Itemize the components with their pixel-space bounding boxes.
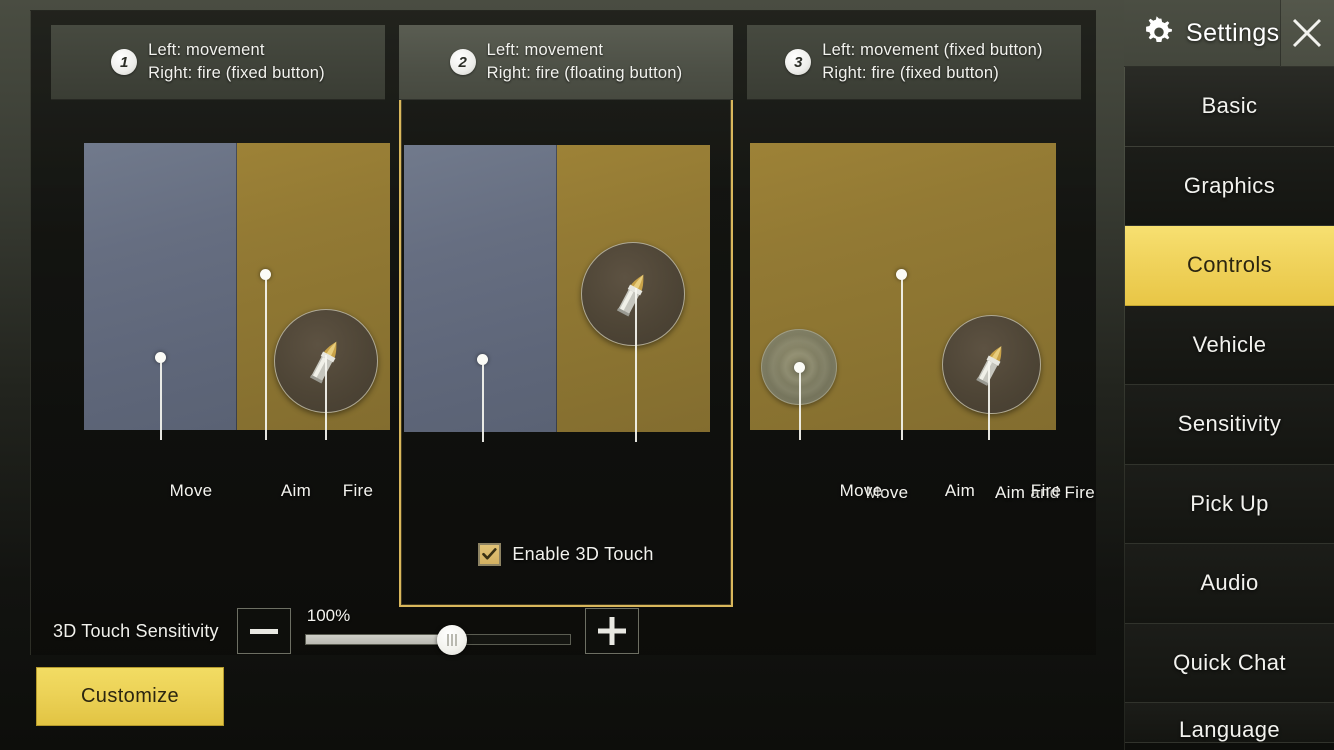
card-3-badge: 3 [785,49,812,75]
card-3-line1: Left: movement (fixed button) [822,40,1043,59]
card-1-header: 1 Left: movement Right: fire (fixed butt… [51,25,385,100]
enable-3d-touch-label: Enable 3D Touch [512,544,654,564]
settings-title: Settings [1186,18,1280,47]
sidebar-item-sensitivity[interactable]: Sensitivity [1125,385,1334,465]
plus-icon [597,617,626,645]
minus-icon [249,628,278,634]
card-1-label-aim: Aim [280,481,312,500]
sidebar-item-label: Controls [1186,252,1273,278]
card-3-line2: Right: fire (fixed button) [822,64,999,82]
sensitivity-row: 3D Touch Sensitivity 100% [53,606,1077,655]
control-scheme-card-1[interactable]: 1 Left: movement Right: fire (fixed butt… [51,25,390,607]
sidebar-item-audio[interactable]: Audio [1125,544,1334,624]
sidebar-item-quick-chat[interactable]: Quick Chat [1125,623,1334,703]
card-1-line2: Right: fire (fixed button) [148,64,325,82]
sidebar-item-basic[interactable]: Basic [1125,67,1334,147]
sensitivity-knob[interactable] [436,625,467,655]
card-2-badge: 2 [449,49,476,75]
card-3-fire-line [988,361,990,440]
controls-panel: 1 Left: movement Right: fire (fixed butt… [30,10,1096,655]
card-3-label-move: Move [839,481,883,500]
card-3-label-aim: Aim [944,481,976,500]
sidebar-item-label: Sensitivity [1177,411,1282,437]
sidebar-item-label: Pick Up [1190,490,1269,516]
control-scheme-card-2[interactable]: 2 Left: movement Right: fire (floating b… [399,25,1095,607]
bullet-icon [616,274,644,317]
card-1-label-move: Move [169,481,213,500]
sidebar-item-label: Quick Chat [1173,649,1286,675]
card-1-fire-line [325,355,327,440]
sidebar-item-language[interactable]: Language [1125,703,1334,743]
sidebar-menu: Basic Graphics Controls Vehicle Sensitiv… [1124,67,1334,750]
sidebar-item-pick-up[interactable]: Pick Up [1125,464,1334,544]
sidebar-item-label: Basic [1201,93,1258,119]
sensitivity-decrease-button[interactable] [236,608,291,654]
sensitivity-increase-button[interactable] [584,608,639,654]
card-2-header: 2 Left: movement Right: fire (floating b… [399,25,733,100]
sensitivity-track-fill [305,635,451,644]
card-2-move-line [482,364,484,442]
close-button[interactable] [1279,0,1334,67]
knob-grip-line [454,634,457,646]
sidebar-item-label: Audio [1200,570,1259,596]
sidebar-item-vehicle[interactable]: Vehicle [1125,305,1334,385]
card-2-move-zone [404,145,557,432]
enable-3d-touch-checkbox[interactable] [478,543,502,566]
checkmark-icon [482,548,497,560]
sidebar-item-controls[interactable]: Controls [1125,226,1334,306]
sensitivity-label: 3D Touch Sensitivity [53,620,219,641]
card-3-label-fire: Fire [1030,481,1062,500]
card-1-aim-line [265,279,267,440]
knob-grip-line [446,634,449,646]
card-3-aim-line [901,279,903,440]
sidebar-item-label: Graphics [1183,172,1276,198]
card-1-description: Left: movement Right: fire (fixed button… [148,39,325,86]
card-2-fire-button-graphic [581,242,685,346]
card-3-preview [750,143,1056,440]
bullet-icon [976,346,1002,386]
sidebar-item-graphics[interactable]: Graphics [1125,146,1334,226]
card-2-aimfire-line [635,288,637,442]
card-3-move-line [799,372,801,440]
settings-screen: 1 Left: movement Right: fire (fixed butt… [0,0,1334,750]
card-1-move-line [160,362,162,440]
card-3-description: Left: movement (fixed button) Right: fir… [822,39,1042,86]
card-3-fire-button-graphic [942,315,1041,414]
sidebar-item-label: Language [1178,717,1281,742]
sensitivity-slider[interactable]: 100% [304,606,571,655]
card-2-line1: Left: movement [486,40,604,59]
card-1-line1: Left: movement [148,40,265,59]
sensitivity-value: 100% [306,606,351,625]
card-1-label-fire: Fire [342,481,374,500]
gear-icon [1146,16,1172,42]
card-2-preview [404,145,710,442]
knob-grip-line [450,634,453,646]
control-scheme-card-3[interactable]: 3 Left: movement (fixed button) Right: f… [747,25,1081,607]
card-1-badge: 1 [111,49,138,75]
card-2-line2: Right: fire (floating button) [486,64,683,82]
card-2-description: Left: movement Right: fire (floating but… [487,39,683,86]
close-x-icon [1293,18,1322,48]
sidebar-item-label: Vehicle [1192,331,1267,357]
settings-sidebar: Settings Basic Graphics Controls Vehicle… [1124,0,1334,750]
sidebar-header: Settings [1124,0,1334,67]
card-3-header: 3 Left: movement (fixed button) Right: f… [747,25,1081,100]
enable-3d-touch-row[interactable]: Enable 3D Touch [401,543,731,566]
settings-title-bar: Settings [1124,0,1280,67]
customize-button[interactable]: Customize [36,667,224,726]
card-1-preview [84,143,390,440]
control-scheme-list: 1 Left: movement Right: fire (fixed butt… [51,25,1095,607]
